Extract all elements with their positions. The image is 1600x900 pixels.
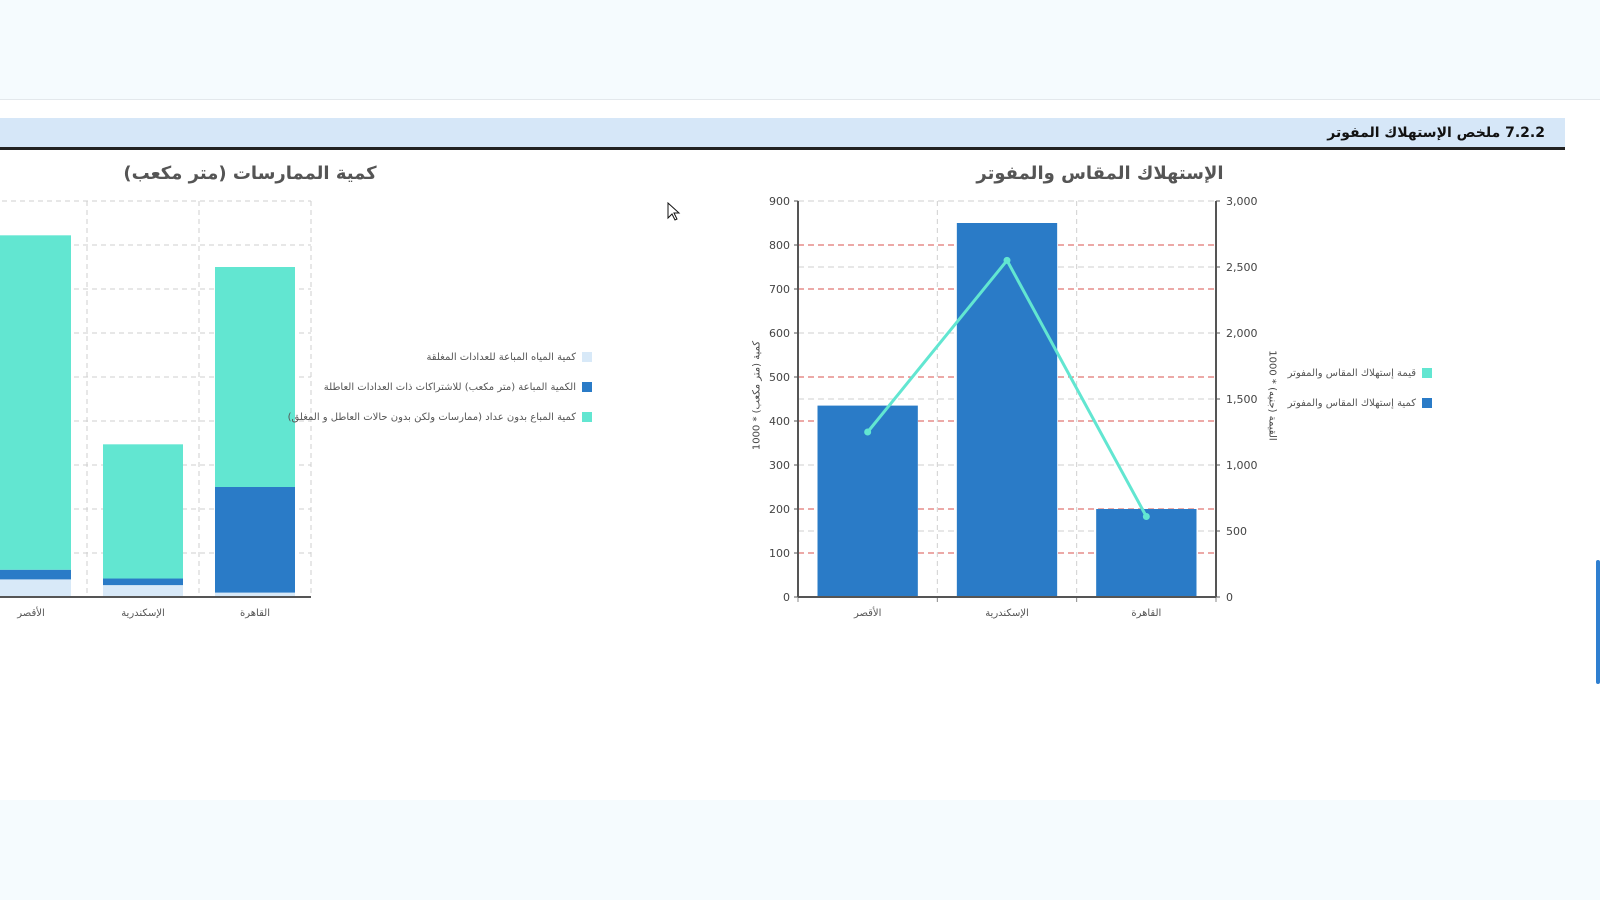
right-left-tick-label: 900 <box>769 195 790 208</box>
right-value-point <box>1003 256 1011 264</box>
left-legend-item[interactable]: كمية المياه المباعة للعدادات المغلقة <box>322 342 592 372</box>
right-right-tick-label: 2,000 <box>1226 327 1258 340</box>
legend-swatch <box>582 382 592 392</box>
left-bar-segment-2 <box>215 267 295 487</box>
right-left-tick-label: 500 <box>769 371 790 384</box>
right-left-tick-label: 800 <box>769 239 790 252</box>
left-bar-segment-1 <box>0 569 71 580</box>
legend-label: قيمة إستهلاك المقاس والمفوتر <box>1287 367 1416 379</box>
right-legend-item[interactable]: قيمة إستهلاك المقاس والمفوتر <box>1288 358 1432 388</box>
left-bar-segment-0 <box>103 585 183 597</box>
legend-label: الكمية المباعة (متر مكعب) للاشتراكات ذات… <box>323 381 576 393</box>
right-right-tick-label: 1,000 <box>1226 459 1258 472</box>
right-value-point <box>1142 512 1150 520</box>
charts-canvas: الأقصر الإسكندرية القاهرة 0 100 200 300 400 500 6… <box>0 195 1258 619</box>
right-right-tick-label: 0 <box>1226 591 1233 604</box>
legend-swatch <box>1422 398 1432 408</box>
left-chart-legend: كمية المياه المباعة للعدادات المغلقة الكم… <box>288 342 592 432</box>
right-right-tick-label: 1,500 <box>1226 393 1258 406</box>
legend-label: كمية المباع بدون عداد (ممارسات ولكن بدون… <box>287 411 576 423</box>
left-x-tick-label: الإسكندرية <box>121 608 165 619</box>
right-value-point <box>864 428 872 436</box>
right-left-tick-label: 700 <box>769 283 790 296</box>
legend-swatch <box>1422 368 1432 378</box>
left-x-tick-label: القاهرة <box>240 608 270 619</box>
mouse-cursor-icon <box>667 202 681 221</box>
left-x-tick-label: الأقصر <box>16 606 44 619</box>
scrollbar-thumb[interactable] <box>1596 560 1600 684</box>
right-chart-legend: قيمة إستهلاك المقاس والمفوتر كمية إستهلاك… <box>1288 358 1432 418</box>
legend-label: كمية المياه المباعة للعدادات المغلقة <box>426 351 576 363</box>
right-x-tick-label: الإسكندرية <box>985 608 1029 619</box>
right-right-tick-label: 500 <box>1226 525 1247 538</box>
right-right-tick-label: 2,500 <box>1226 261 1258 274</box>
right-left-tick-label: 300 <box>769 459 790 472</box>
right-x-tick-label: القاهرة <box>1131 608 1161 619</box>
legend-swatch <box>582 412 592 422</box>
left-legend-item[interactable]: الكمية المباعة (متر مكعب) للاشتراكات ذات… <box>322 372 592 402</box>
left-y-axis-title: كمية (متر مكعب) * 1000 <box>751 340 763 451</box>
left-bar-segment-2 <box>103 444 183 579</box>
legend-label: كمية إستهلاك المقاس والمفوتر <box>1287 397 1416 409</box>
right-bar <box>1096 509 1197 597</box>
right-y-axis-title: القيمة (جنيه) * 1000 <box>1266 350 1278 441</box>
right-legend-item[interactable]: كمية إستهلاك المقاس والمفوتر <box>1288 388 1432 418</box>
right-x-tick-label: الأقصر <box>853 606 881 619</box>
right-left-tick-label: 600 <box>769 327 790 340</box>
left-legend-item[interactable]: كمية المباع بدون عداد (ممارسات ولكن بدون… <box>288 402 592 432</box>
left-bar-segment-2 <box>0 235 71 570</box>
left-bar-segment-1 <box>215 487 295 593</box>
legend-swatch <box>582 352 592 362</box>
right-left-tick-label: 200 <box>769 503 790 516</box>
right-bar <box>956 223 1058 597</box>
right-left-tick-label: 400 <box>769 415 790 428</box>
left-bar-segment-0 <box>0 579 71 597</box>
right-left-tick-label: 0 <box>783 591 790 604</box>
right-right-tick-label: 3,000 <box>1226 195 1258 208</box>
left-bar-segment-1 <box>103 578 183 586</box>
right-left-tick-label: 100 <box>769 547 790 560</box>
